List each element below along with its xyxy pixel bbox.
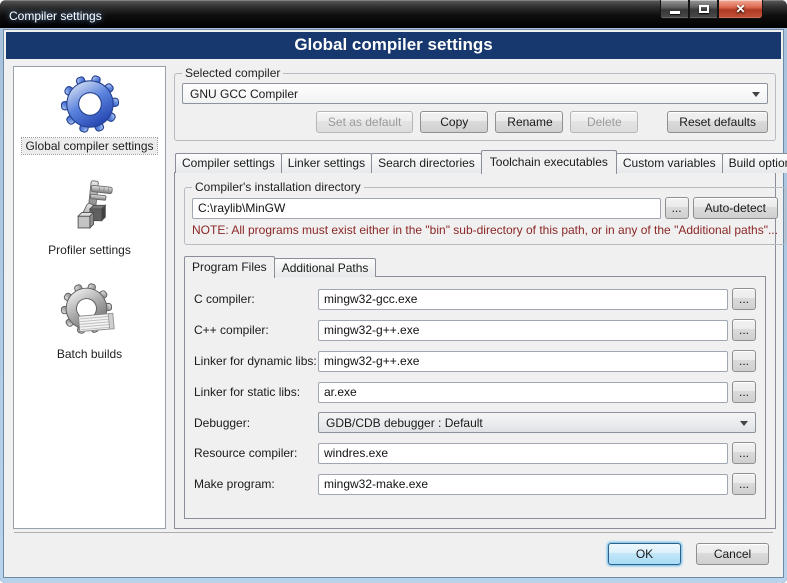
browse-make-program-button[interactable]: ... [732,473,756,495]
installation-directory-group: Compiler's installation directory ... Au… [184,180,786,245]
field-row-make-program: Make program: ... [194,473,756,495]
auto-detect-button[interactable]: Auto-detect [693,197,778,219]
browse-resource-compiler-button[interactable]: ... [732,442,756,464]
dialog-header: Global compiler settings [6,32,781,59]
dialog-footer: OK Cancel [4,533,783,577]
field-label: Linker for dynamic libs: [194,354,318,368]
tab-build-options[interactable]: Build options [722,153,787,173]
compiler-select-value: GNU GCC Compiler [190,87,298,101]
field-row-static-linker: Linker for static libs: ... [194,381,756,403]
subtab-program-files[interactable]: Program Files [184,256,275,278]
tab-search-directories[interactable]: Search directories [371,153,482,173]
sidebar-item-label: Profiler settings [45,242,134,258]
minimize-button[interactable] [660,0,689,19]
window-controls: ✕ [660,0,763,19]
dialog-client-area: Global compiler settings [3,29,784,578]
browse-directory-button[interactable]: ... [665,197,689,219]
sidebar-item-label: Batch builds [54,346,125,362]
maximize-button[interactable] [689,0,718,19]
resource-compiler-input[interactable] [318,443,728,464]
sidebar-item-label: Global compiler settings [22,138,156,154]
tab-compiler-settings[interactable]: Compiler settings [175,153,282,173]
browse-dynamic-linker-button[interactable]: ... [732,350,756,372]
tab-custom-variables[interactable]: Custom variables [616,153,723,173]
cpp-compiler-input[interactable] [318,320,728,341]
browse-cpp-compiler-button[interactable]: ... [732,319,756,341]
minimize-icon [670,11,680,14]
close-icon: ✕ [735,2,745,16]
field-row-dynamic-linker: Linker for dynamic libs: ... [194,350,756,372]
field-label: Resource compiler: [194,446,318,460]
blue-gear-icon [61,75,119,133]
debugger-select-value: GDB/CDB debugger : Default [326,416,483,430]
program-subtab-bar: Program Files Additional Paths [184,255,766,277]
reset-defaults-button[interactable]: Reset defaults [667,111,768,133]
caliper-icon [60,179,118,237]
browse-static-linker-button[interactable]: ... [732,381,756,403]
field-label: Debugger: [194,416,318,430]
note-text: NOTE: All programs must exist either in … [192,223,778,237]
static-linker-input[interactable] [318,382,728,403]
installation-directory-input[interactable] [192,198,661,219]
cancel-button[interactable]: Cancel [696,543,769,565]
browse-c-compiler-button[interactable]: ... [732,288,756,310]
set-as-default-button[interactable]: Set as default [316,111,413,133]
c-compiler-input[interactable] [318,289,728,310]
chevron-down-icon [752,92,760,97]
field-label: Make program: [194,477,318,491]
field-row-c-compiler: C compiler: ... [194,288,756,310]
compiler-settings-window: Compiler settings ✕ Global compiler sett… [0,0,787,583]
settings-tab-bar: Compiler settings Linker settings Search… [174,149,776,173]
installation-directory-title: Compiler's installation directory [192,180,364,194]
subtab-additional-paths[interactable]: Additional Paths [274,258,377,277]
window-titlebar[interactable]: Compiler settings ✕ [0,0,787,28]
chevron-down-icon [740,421,748,426]
field-row-resource-compiler: Resource compiler: ... [194,442,756,464]
program-files-panel: C compiler: ... C++ compiler: ... Linker [184,276,766,519]
sidebar-item-profiler-settings[interactable]: Profiler settings [45,179,134,258]
tab-linker-settings[interactable]: Linker settings [281,153,372,173]
selected-compiler-group: Selected compiler GNU GCC Compiler Set a… [174,66,776,141]
ok-button[interactable]: OK [608,543,681,565]
sidebar-item-batch-builds[interactable]: Batch builds [54,283,125,362]
selected-compiler-group-title: Selected compiler [182,66,283,80]
button-row-spacer [182,111,309,133]
make-program-input[interactable] [318,474,728,495]
tab-toolchain-executables[interactable]: Toolchain executables [481,150,617,174]
sidebar-item-global-compiler-settings[interactable]: Global compiler settings [22,75,156,154]
debugger-select[interactable]: GDB/CDB debugger : Default [318,412,756,433]
field-row-cpp-compiler: C++ compiler: ... [194,319,756,341]
rename-button[interactable]: Rename [495,111,563,133]
dynamic-linker-input[interactable] [318,351,728,372]
delete-button[interactable]: Delete [570,111,638,133]
window-title: Compiler settings [0,5,102,23]
close-button[interactable]: ✕ [718,0,763,19]
field-label: C compiler: [194,292,318,306]
field-label: C++ compiler: [194,323,318,337]
gray-gear-stack-icon [61,283,119,341]
window-frame: Global compiler settings [0,28,787,583]
toolchain-executables-page: Compiler's installation directory ... Au… [174,172,776,529]
settings-sidebar: Global compiler settings [13,66,166,529]
field-row-debugger: Debugger: GDB/CDB debugger : Default [194,412,756,433]
maximize-icon [699,5,709,13]
copy-button[interactable]: Copy [420,111,488,133]
field-label: Linker for static libs: [194,385,318,399]
compiler-select[interactable]: GNU GCC Compiler [182,83,768,104]
